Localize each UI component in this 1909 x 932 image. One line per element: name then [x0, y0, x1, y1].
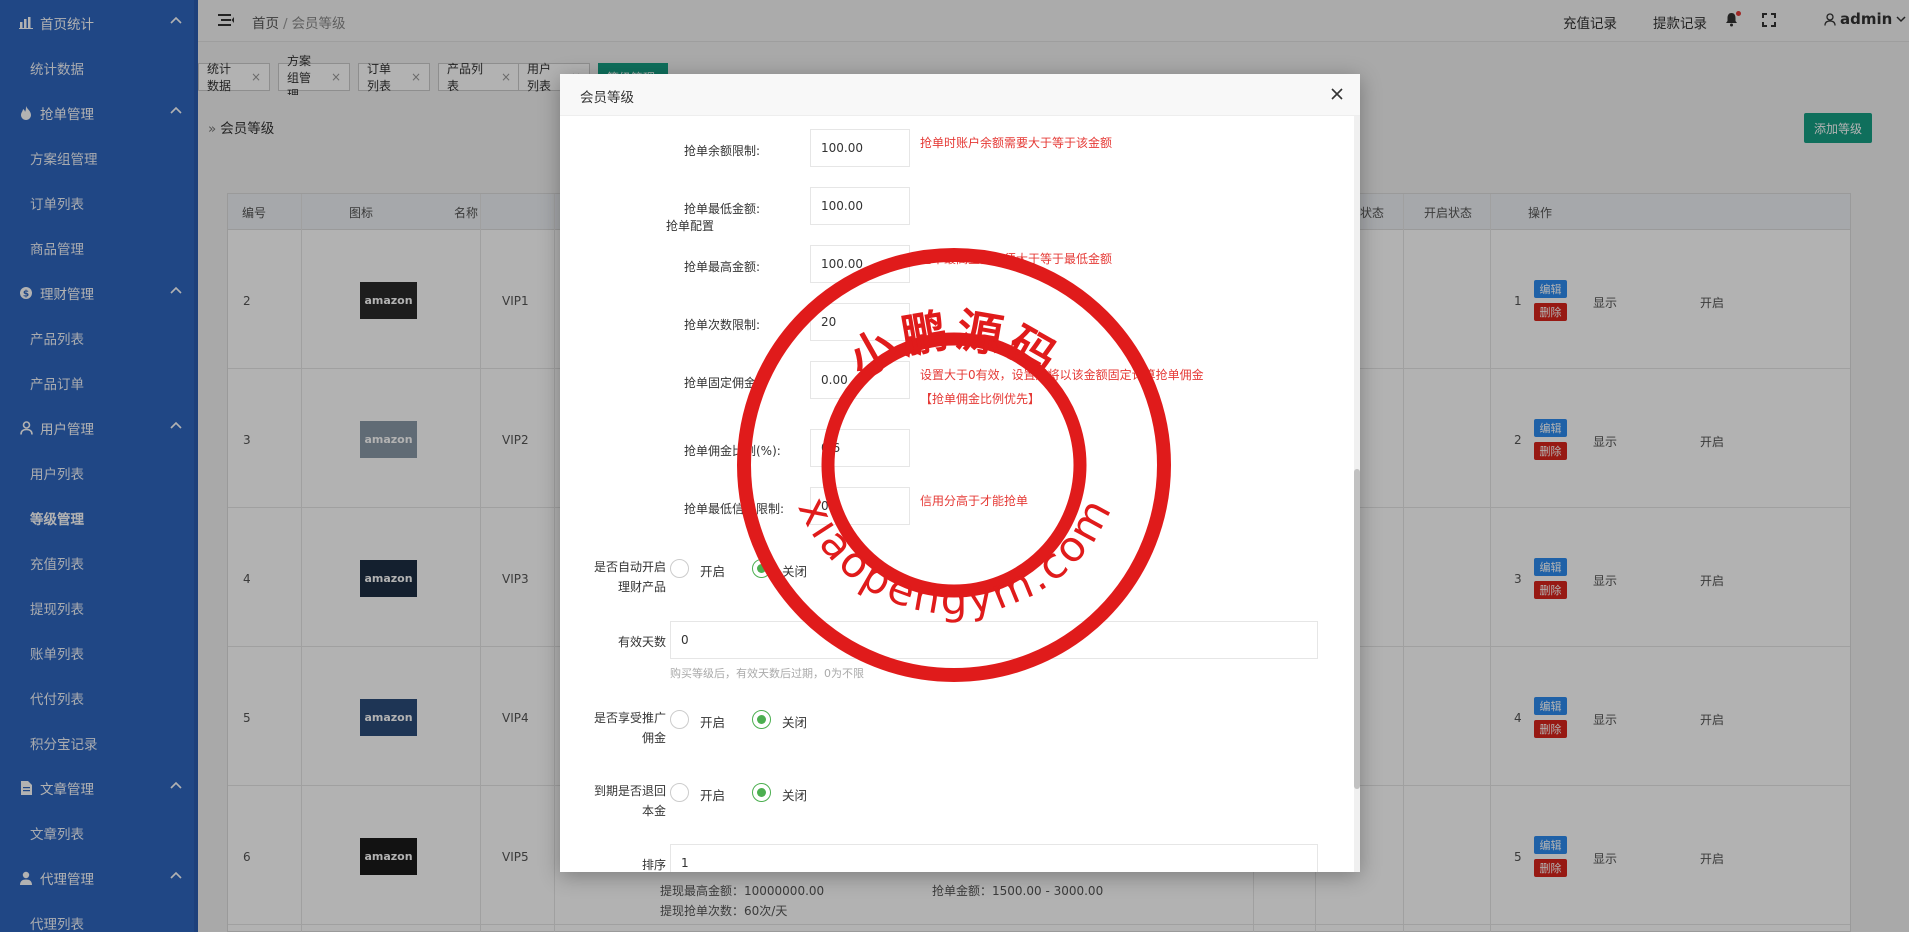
promo-label-line1: 是否享受推广 — [593, 711, 666, 725]
modal-header: 会员等级 — [560, 74, 1360, 116]
field-label: 抢单余额限制: — [684, 144, 761, 158]
valid-days-label: 有效天数 — [617, 635, 666, 649]
refund-off-radio[interactable] — [752, 783, 771, 802]
promo-on-radio[interactable] — [670, 710, 689, 729]
auto_finance-on-label[interactable]: 开启 — [700, 561, 725, 580]
field-label: 抢单次数限制: — [684, 318, 761, 332]
field-label: 抢单最高金额: — [684, 260, 761, 274]
field-label: 抢单固定佣金: — [684, 376, 761, 390]
modal-body: 抢单配置 抢单余额限制: 100.00 抢单时账户余额需要大于等于该金额 抢单最低金额… — [560, 116, 1360, 872]
promo-off-radio[interactable] — [752, 710, 771, 729]
field-input[interactable]: 0.00 — [810, 361, 910, 399]
auto_finance-label-line2: 理财产品 — [617, 580, 666, 594]
field-input[interactable]: 100.00 — [810, 245, 910, 283]
refund-label-line2: 本金 — [641, 804, 666, 818]
field-hint: 设置大于0有效，设置后将以该金额固定计算抢单佣金 — [920, 368, 1204, 382]
refund-label-line1: 到期是否退回 — [593, 784, 666, 798]
valid-days-input[interactable]: 0 — [670, 621, 1318, 659]
valid-days-hint: 购买等级后，有效天数后过期，0为不限 — [670, 667, 864, 680]
auto_finance-label-line1: 是否自动开启 — [593, 560, 666, 574]
sort-input[interactable]: 1 — [670, 844, 1318, 872]
promo-label-line2: 佣金 — [641, 731, 666, 745]
refund-off-label[interactable]: 关闭 — [782, 785, 807, 804]
auto_finance-off-radio[interactable] — [752, 559, 771, 578]
refund-on-label[interactable]: 开启 — [700, 785, 725, 804]
field-hint: 信用分高于才能抢单 — [920, 494, 1029, 508]
field-input[interactable]: 20 — [810, 303, 910, 341]
member-level-modal: 会员等级 抢单配置 抢单余额限制: 100.00 抢单时账户余额需要大于等于该金额抢… — [560, 74, 1360, 872]
auto_finance-off-label[interactable]: 关闭 — [782, 561, 807, 580]
field-label: 抢单最低信用限制: — [684, 502, 785, 516]
scrollbar-thumb[interactable] — [1354, 469, 1360, 789]
field-input[interactable]: 0.6 — [810, 429, 910, 467]
field-label: 抢单最低金额: — [684, 202, 761, 216]
field-input[interactable]: 0 — [810, 487, 910, 525]
field-hint-secondary: 【抢单佣金比例优先】 — [920, 392, 1041, 406]
promo-off-label[interactable]: 关闭 — [782, 712, 807, 731]
field-hint: 抢单最高金额必须大于等于最低金额 — [920, 252, 1113, 266]
close-icon[interactable] — [1328, 85, 1346, 103]
field-label: 抢单佣金比例(%): — [684, 444, 781, 458]
field-input[interactable]: 100.00 — [810, 129, 910, 167]
promo-on-label[interactable]: 开启 — [700, 712, 725, 731]
modal-title: 会员等级 — [580, 90, 634, 106]
auto_finance-on-radio[interactable] — [670, 559, 689, 578]
field-hint: 抢单时账户余额需要大于等于该金额 — [920, 136, 1113, 150]
modal-scrollbar[interactable] — [1354, 116, 1360, 872]
sort-label: 排序 — [641, 858, 666, 872]
field-input[interactable]: 100.00 — [810, 187, 910, 225]
refund-on-radio[interactable] — [670, 783, 689, 802]
section-label-grab-config: 抢单配置 — [665, 219, 714, 233]
